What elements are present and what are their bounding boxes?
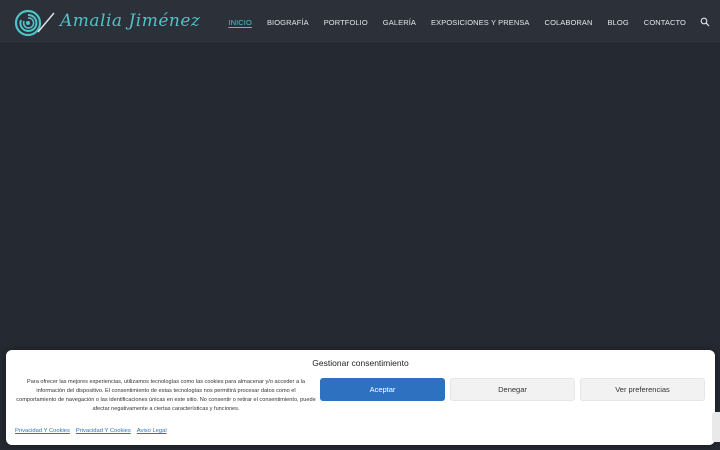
logo-text: Amalia Jiménez — [60, 11, 201, 31]
privacy-cookies-link[interactable]: Privacidad Y Cookies — [15, 428, 70, 434]
consent-title: Gestionar consentimiento — [312, 358, 409, 368]
nav-item-contacto[interactable]: CONTACTO — [644, 18, 686, 27]
nav-item-inicio[interactable]: INICIO — [228, 18, 252, 27]
nav-item-exposiciones[interactable]: EXPOSICIONES Y PRENSA — [431, 18, 530, 27]
legal-notice-link[interactable]: Aviso Legal — [137, 428, 167, 434]
site-header: Amalia Jiménez INICIO BIOGRAFÍA PORTFOLI… — [0, 0, 720, 44]
recaptcha-badge[interactable] — [712, 412, 720, 442]
spiral-logo-icon — [14, 9, 55, 37]
consent-links: Privacidad Y Cookies Privacidad Y Cookie… — [15, 428, 173, 434]
deny-button[interactable]: Denegar — [450, 378, 575, 401]
search-icon[interactable] — [700, 17, 710, 27]
main-nav: INICIO BIOGRAFÍA PORTFOLIO GALERÍA EXPOS… — [213, 0, 710, 44]
preferences-button[interactable]: Ver preferencias — [580, 378, 705, 401]
nav-item-blog[interactable]: BLOG — [608, 18, 629, 27]
nav-item-colaboran[interactable]: COLABORAN — [545, 18, 593, 27]
site-logo[interactable]: Amalia Jiménez — [14, 6, 200, 40]
privacy-cookies-link-2[interactable]: Privacidad Y Cookies — [76, 428, 131, 434]
nav-item-galeria[interactable]: GALERÍA — [383, 18, 416, 27]
accept-button[interactable]: Aceptar — [320, 378, 445, 401]
nav-item-biografia[interactable]: BIOGRAFÍA — [267, 18, 309, 27]
consent-text: Para ofrecer las mejores experiencias, u… — [16, 379, 316, 412]
nav-item-portfolio[interactable]: PORTFOLIO — [324, 18, 368, 27]
cookie-consent-banner: Gestionar consentimiento Para ofrecer la… — [6, 350, 715, 445]
